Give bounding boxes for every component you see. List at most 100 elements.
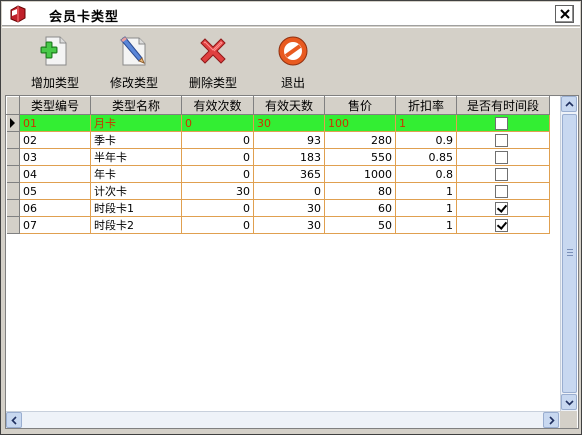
cell-discount[interactable]: 0.8 — [395, 165, 457, 183]
cell-days[interactable]: 183 — [253, 148, 325, 166]
cell-code[interactable]: 02 — [19, 131, 91, 149]
scroll-down-button[interactable] — [561, 394, 577, 410]
timed-checkbox[interactable] — [495, 133, 508, 147]
edit-type-button[interactable]: 修改类型 — [98, 34, 170, 94]
timed-checkbox[interactable] — [495, 116, 508, 130]
row-header[interactable] — [6, 114, 20, 132]
table-row[interactable]: 01 月卡 0 30 100 1 — [6, 114, 550, 132]
scrollbar-corner — [560, 411, 577, 428]
cell-code[interactable]: 06 — [19, 199, 91, 217]
cell-times[interactable]: 0 — [181, 148, 254, 166]
cell-name[interactable]: 半年卡 — [90, 148, 182, 166]
cell-code[interactable]: 07 — [19, 216, 91, 234]
cell-name[interactable]: 计次卡 — [90, 182, 182, 200]
close-icon — [560, 9, 570, 19]
vertical-scrollbar[interactable] — [560, 96, 577, 411]
delete-type-button[interactable]: 删除类型 — [177, 34, 249, 94]
cell-times[interactable]: 0 — [181, 199, 254, 217]
cell-discount[interactable]: 1 — [395, 216, 457, 234]
chevron-right-icon — [549, 416, 555, 425]
cell-price[interactable]: 1000 — [324, 165, 396, 183]
cell-days[interactable]: 30 — [253, 216, 325, 234]
edit-pencil-icon — [120, 36, 146, 66]
column-header[interactable]: 有效次数 — [181, 96, 254, 115]
cell-days[interactable]: 30 — [253, 114, 325, 132]
cell-days[interactable]: 93 — [253, 131, 325, 149]
row-header[interactable] — [6, 182, 20, 200]
cell-name[interactable]: 时段卡1 — [90, 199, 182, 217]
timed-checkbox[interactable] — [495, 167, 508, 181]
table-row[interactable]: 06 时段卡1 0 30 60 1 — [6, 199, 550, 217]
cell-times[interactable]: 0 — [181, 216, 254, 234]
close-button[interactable] — [555, 5, 574, 23]
timed-checkbox[interactable] — [495, 184, 508, 198]
cell-code[interactable]: 03 — [19, 148, 91, 166]
cell-days[interactable]: 0 — [253, 182, 325, 200]
scroll-left-button[interactable] — [6, 412, 22, 428]
column-header[interactable]: 是否有时间段 — [456, 96, 550, 115]
cell-discount[interactable]: 1 — [395, 199, 457, 217]
cell-discount[interactable]: 0.9 — [395, 131, 457, 149]
cell-timed — [456, 216, 550, 234]
horizontal-scrollbar[interactable] — [6, 411, 560, 428]
cell-discount[interactable]: 1 — [395, 182, 457, 200]
cell-times[interactable]: 0 — [181, 114, 254, 132]
cell-name[interactable]: 时段卡2 — [90, 216, 182, 234]
cell-name[interactable]: 季卡 — [90, 131, 182, 149]
cell-name[interactable]: 年卡 — [90, 165, 182, 183]
thumb-grip — [567, 252, 573, 253]
row-header[interactable] — [6, 216, 20, 234]
thumb-grip — [567, 249, 573, 250]
table-row[interactable]: 02 季卡 0 93 280 0.9 — [6, 131, 550, 149]
delete-type-label: 删除类型 — [188, 76, 237, 90]
table-row[interactable]: 07 时段卡2 0 30 50 1 — [6, 216, 550, 234]
row-header[interactable] — [6, 199, 20, 217]
cell-price[interactable]: 280 — [324, 131, 396, 149]
cell-times[interactable]: 0 — [181, 165, 254, 183]
exit-button[interactable]: 退出 — [257, 34, 329, 94]
column-header[interactable]: 类型名称 — [90, 96, 182, 115]
cell-name[interactable]: 月卡 — [90, 114, 182, 132]
card-type-grid[interactable]: 类型编号 类型名称 有效次数 有效天数 售价 折扣率 是否有时间段 01 月卡 0 3… — [5, 95, 579, 429]
scroll-right-button[interactable] — [543, 412, 559, 428]
chevron-left-icon — [11, 416, 17, 425]
cell-timed — [456, 165, 550, 183]
column-header[interactable]: 有效天数 — [253, 96, 325, 115]
timed-checkbox[interactable] — [495, 201, 508, 215]
cell-timed — [456, 131, 550, 149]
cell-days[interactable]: 365 — [253, 165, 325, 183]
row-header[interactable] — [6, 165, 20, 183]
delete-x-icon — [200, 38, 226, 64]
title-bar[interactable]: 会员卡类型 — [2, 2, 580, 26]
cell-price[interactable]: 550 — [324, 148, 396, 166]
cell-timed — [456, 148, 550, 166]
row-header[interactable] — [6, 148, 20, 166]
timed-checkbox[interactable] — [495, 218, 508, 232]
cell-price[interactable]: 100 — [324, 114, 396, 132]
table-row[interactable]: 03 半年卡 0 183 550 0.85 — [6, 148, 550, 166]
vertical-scroll-thumb[interactable] — [562, 114, 577, 393]
add-type-button[interactable]: 增加类型 — [19, 34, 91, 94]
card-app-icon — [9, 5, 27, 23]
scroll-up-button[interactable] — [561, 96, 577, 112]
column-header[interactable]: 折扣率 — [395, 96, 457, 115]
cell-times[interactable]: 0 — [181, 131, 254, 149]
cell-price[interactable]: 60 — [324, 199, 396, 217]
cell-code[interactable]: 05 — [19, 182, 91, 200]
cell-code[interactable]: 04 — [19, 165, 91, 183]
timed-checkbox[interactable] — [495, 150, 508, 164]
cell-days[interactable]: 30 — [253, 199, 325, 217]
column-header[interactable]: 售价 — [324, 96, 396, 115]
cell-discount[interactable]: 1 — [395, 114, 457, 132]
no-entry-icon — [278, 36, 308, 66]
cell-times[interactable]: 30 — [181, 182, 254, 200]
cell-code[interactable]: 01 — [19, 114, 91, 132]
table-row[interactable]: 04 年卡 0 365 1000 0.8 — [6, 165, 550, 183]
window-title: 会员卡类型 — [49, 10, 120, 25]
cell-discount[interactable]: 0.85 — [395, 148, 457, 166]
row-header[interactable] — [6, 131, 20, 149]
table-row[interactable]: 05 计次卡 30 0 80 1 — [6, 182, 550, 200]
cell-price[interactable]: 80 — [324, 182, 396, 200]
column-header[interactable]: 类型编号 — [19, 96, 91, 115]
cell-price[interactable]: 50 — [324, 216, 396, 234]
